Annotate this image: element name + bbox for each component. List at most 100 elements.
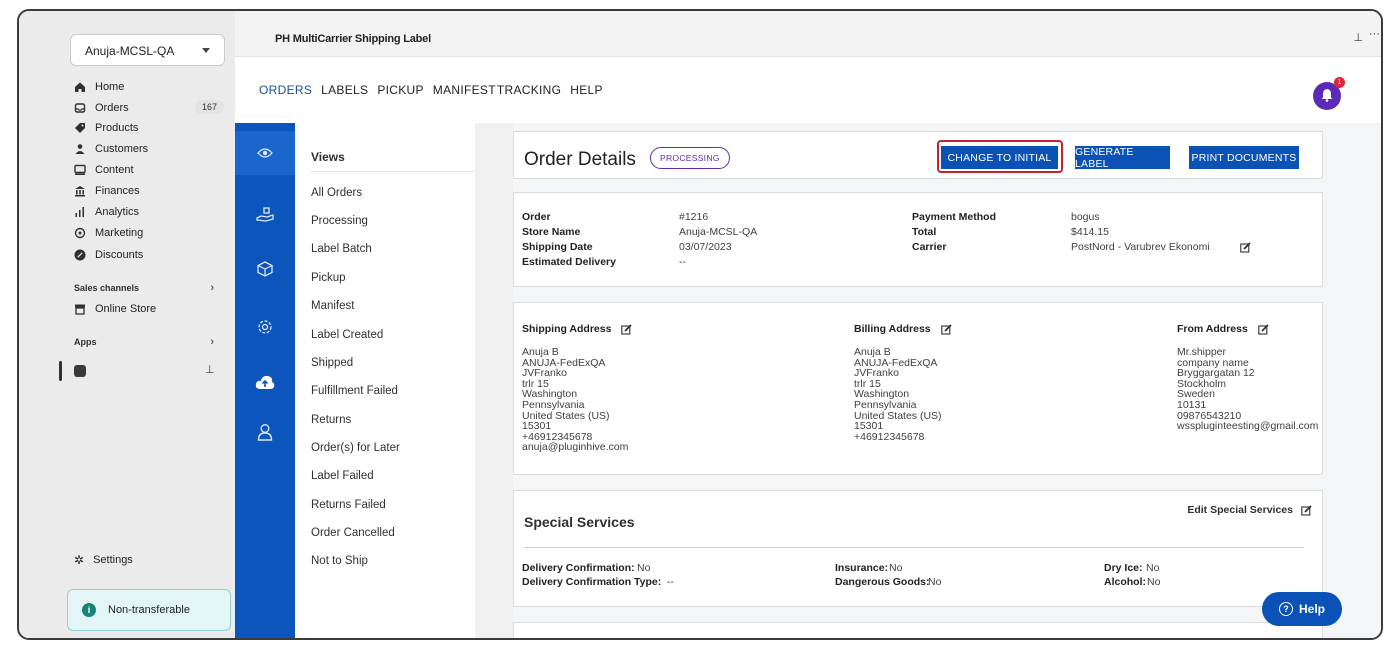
service-value: No	[928, 576, 942, 588]
ship-hand-icon[interactable]	[253, 203, 277, 227]
view-item[interactable]: Label Batch	[311, 243, 372, 255]
edit-icon[interactable]	[1258, 323, 1269, 335]
next-card	[513, 622, 1323, 638]
app-title: PH MultiCarrier Shipping Label	[275, 33, 431, 45]
sidebar-item-settings[interactable]: ✲ Settings	[74, 553, 133, 567]
service-label: Dangerous Goods:	[835, 576, 930, 588]
view-item[interactable]: Returns Failed	[311, 499, 386, 511]
edit-special-services-link[interactable]: Edit Special Services	[1187, 504, 1312, 516]
info-icon: i	[82, 603, 96, 617]
view-item[interactable]: Order(s) for Later	[311, 442, 400, 454]
edit-icon[interactable]	[621, 323, 633, 335]
store-icon	[74, 303, 86, 315]
view-item[interactable]: Pickup	[311, 272, 346, 284]
address-heading: From Address	[1177, 323, 1248, 335]
sidebar-item-customers[interactable]: Customers	[74, 139, 226, 159]
sidebar-item-finances[interactable]: Finances	[74, 181, 226, 201]
service-value: No	[1147, 576, 1161, 588]
person-icon	[74, 143, 86, 155]
browser-frame: Anuja-MCSL-QA Home Orders 167 Products C…	[17, 9, 1383, 640]
nav-manifest[interactable]: MANIFEST	[433, 83, 496, 97]
field-label: Order	[522, 211, 551, 223]
chevron-right-icon: ›	[210, 336, 214, 348]
notification-count: 1	[1334, 77, 1345, 88]
view-item[interactable]: All Orders	[311, 187, 362, 199]
field-label: Store Name	[522, 226, 581, 238]
sidebar-item-orders[interactable]: Orders 167	[74, 98, 226, 118]
nav-pickup[interactable]: PICKUP	[377, 83, 423, 97]
notification-button[interactable]: 1	[1313, 77, 1345, 110]
eye-icon[interactable]	[253, 141, 277, 165]
page-title: Order Details	[524, 149, 636, 170]
home-icon	[74, 81, 86, 93]
nav-labels[interactable]: LABELS	[321, 83, 368, 97]
admin-sidebar: Anuja-MCSL-QA Home Orders 167 Products C…	[19, 11, 235, 638]
sidebar-item-label: Customers	[95, 143, 149, 155]
field-value: --	[679, 256, 686, 268]
sidebar-item-discounts[interactable]: Discounts	[74, 245, 226, 265]
sidebar-item-content[interactable]: Content	[74, 160, 226, 180]
view-item[interactable]: Returns	[311, 414, 351, 426]
box-icon[interactable]	[253, 257, 277, 281]
address-heading: Shipping Address	[522, 323, 612, 335]
store-selector[interactable]: Anuja-MCSL-QA	[70, 34, 225, 66]
apps-section[interactable]: Apps ›	[74, 336, 224, 348]
edit-icon[interactable]	[940, 323, 952, 335]
field-value: $414.15	[1071, 226, 1109, 238]
sidebar-item-app[interactable]: ⊥	[59, 361, 229, 381]
highlight-box	[937, 140, 1063, 173]
target-icon	[74, 227, 86, 239]
chevron-right-icon: ›	[210, 282, 214, 294]
field-value: Anuja-MCSL-QA	[679, 226, 758, 238]
divider	[311, 171, 475, 172]
sales-channels-section[interactable]: Sales channels ›	[74, 282, 224, 294]
content-icon	[74, 164, 86, 176]
sidebar-item-label: Content	[95, 164, 134, 176]
view-item[interactable]: Processing	[311, 215, 368, 227]
edit-carrier-icon[interactable]	[1240, 242, 1251, 253]
user-icon[interactable]	[253, 420, 277, 444]
field-value: 03/07/2023	[679, 241, 732, 253]
bar-chart-icon	[74, 206, 86, 218]
sidebar-item-marketing[interactable]: Marketing	[74, 223, 226, 243]
view-item[interactable]: Fulfillment Failed	[311, 385, 398, 397]
view-item[interactable]: Not to Ship	[311, 555, 368, 567]
banner-text: Non-transferable	[108, 604, 190, 616]
field-label: Shipping Date	[522, 241, 593, 253]
gear-icon: ✲	[74, 553, 85, 567]
bell-icon	[1321, 89, 1333, 102]
sidebar-item-home[interactable]: Home	[74, 77, 226, 97]
sidebar-item-analytics[interactable]: Analytics	[74, 202, 226, 222]
service-value: No	[889, 562, 903, 574]
non-transferable-banner[interactable]: i Non-transferable	[67, 589, 231, 631]
nav-tracking[interactable]: TRACKING	[497, 83, 561, 97]
nav-orders[interactable]: ORDERS	[259, 83, 312, 97]
more-icon[interactable]: ···	[1369, 28, 1380, 40]
cloud-upload-icon[interactable]	[253, 370, 277, 394]
help-button[interactable]: ? Help	[1262, 592, 1342, 626]
sidebar-item-online-store[interactable]: Online Store	[74, 299, 226, 319]
nav-help[interactable]: HELP	[570, 83, 603, 97]
generate-label-button[interactable]: GENERATE LABEL	[1075, 146, 1170, 170]
gutter	[475, 123, 513, 638]
from-address-lines: Mr.shipper company name Bryggargatan 12 …	[1177, 346, 1319, 433]
view-item[interactable]: Order Cancelled	[311, 527, 395, 539]
order-info-card: Order #1216 Store Name Anuja-MCSL-QA Shi…	[513, 192, 1323, 287]
bank-icon	[74, 185, 86, 197]
tag-icon	[74, 122, 86, 134]
chevron-down-icon	[202, 48, 210, 53]
sidebar-item-products[interactable]: Products	[74, 118, 226, 138]
print-documents-button[interactable]: PRINT DOCUMENTS	[1189, 146, 1299, 169]
view-item[interactable]: Label Created	[311, 329, 383, 341]
sidebar-item-label: Home	[95, 81, 125, 93]
special-services-card: Special Services Edit Special Services D…	[513, 490, 1323, 607]
service-label: Delivery Confirmation:	[522, 562, 635, 574]
pin-icon[interactable]: ⊥	[205, 363, 215, 376]
view-item[interactable]: Shipped	[311, 357, 353, 369]
settings-gear-icon[interactable]	[253, 315, 277, 339]
view-item[interactable]: Manifest	[311, 300, 354, 312]
address-heading: Billing Address	[854, 323, 931, 335]
pin-icon[interactable]: ⊥	[1353, 31, 1363, 44]
orders-count-badge: 167	[194, 100, 224, 114]
view-item[interactable]: Label Failed	[311, 470, 374, 482]
